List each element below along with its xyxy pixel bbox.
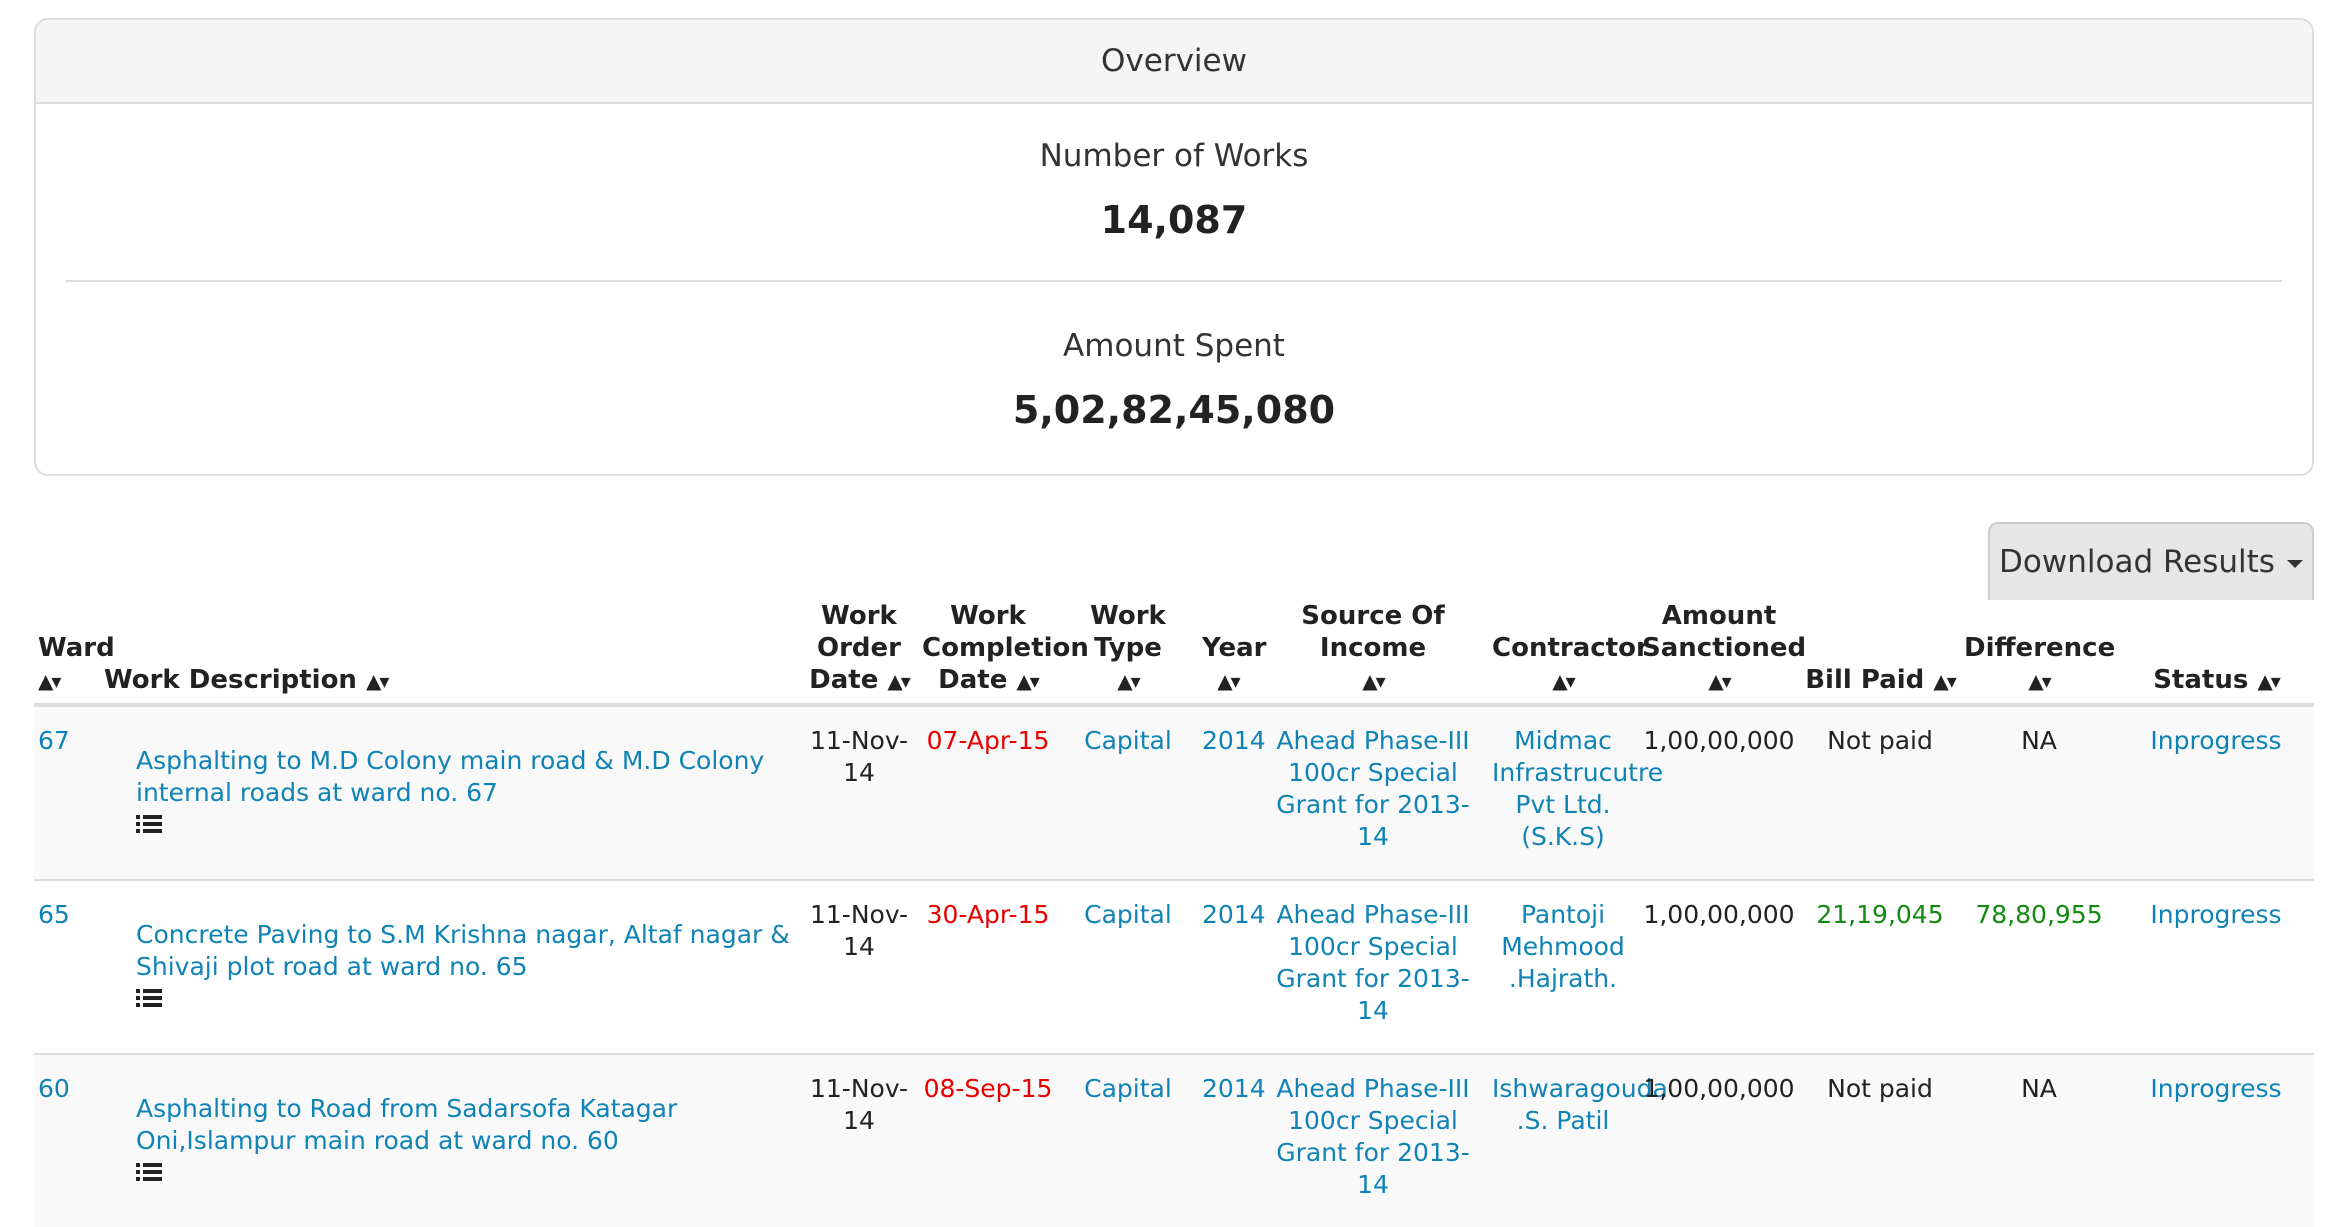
difference: 78,80,955 <box>1960 879 2118 1054</box>
header-ward[interactable]: Ward ▲▾ <box>34 600 115 707</box>
description-cell: Asphalting to Road from Sadarsofa Kataga… <box>100 1053 800 1227</box>
year-link[interactable]: 2014 <box>1198 879 1266 1054</box>
contractor-link[interactable]: Ishwaragouda .S. Patil <box>1488 1053 1668 1227</box>
status-link[interactable]: Inprogress <box>2118 1053 2314 1227</box>
sort-arrows-icon[interactable]: ▲▾ <box>366 669 389 693</box>
header-status[interactable]: Status ▲▾ <box>2118 600 2314 707</box>
status-link[interactable]: Inprogress <box>2118 704 2314 880</box>
sort-arrows-icon[interactable]: ▲▾ <box>1217 669 1240 693</box>
sort-arrows-icon[interactable]: ▲▾ <box>1933 669 1956 693</box>
description-cell: Asphalting to M.D Colony main road & M.D… <box>100 704 800 880</box>
works-stat: Number of Works 14,087 <box>36 138 2312 242</box>
table-row: 60 Asphalting to Road from Sadarsofa Kat… <box>34 1053 2314 1227</box>
sort-arrows-icon[interactable]: ▲▾ <box>1552 669 1575 693</box>
amount-sanctioned: 1,00,00,000 <box>1638 704 1800 880</box>
description-link[interactable]: Concrete Paving to S.M Krishna nagar, Al… <box>104 919 796 983</box>
sort-arrows-icon[interactable]: ▲▾ <box>2028 669 2051 693</box>
overview-heading: Overview <box>36 20 2312 104</box>
ward-link[interactable]: 67 <box>34 704 100 880</box>
order-date: 11-Nov-14 <box>800 704 918 880</box>
status-link[interactable]: Inprogress <box>2118 879 2314 1054</box>
description-cell: Concrete Paving to S.M Krishna nagar, Al… <box>100 879 800 1054</box>
sort-arrows-icon[interactable]: ▲▾ <box>887 669 910 693</box>
table-row: 67 Asphalting to M.D Colony main road & … <box>34 704 2314 880</box>
difference: NA <box>1960 704 2118 880</box>
header-description[interactable]: Work Description ▲▾ <box>100 600 800 707</box>
sort-arrows-icon[interactable]: ▲▾ <box>1708 669 1731 693</box>
works-table: Ward ▲▾ Work Description ▲▾ Work Order Da… <box>34 600 2314 1227</box>
bill-paid: 21,19,045 <box>1800 879 1960 1054</box>
overview-panel: Overview Number of Works 14,087 Amount S… <box>34 18 2314 476</box>
sort-arrows-icon[interactable]: ▲▾ <box>38 669 61 693</box>
description-link[interactable]: Asphalting to Road from Sadarsofa Kataga… <box>104 1093 796 1157</box>
header-amount[interactable]: Amount Sanctioned ▲▾ <box>1638 600 1806 707</box>
download-results-label: Download Results <box>1999 544 2275 580</box>
work-type-link[interactable]: Capital <box>1058 879 1198 1054</box>
year-link[interactable]: 2014 <box>1198 1053 1266 1227</box>
works-label: Number of Works <box>1039 138 1309 174</box>
amount-label: Amount Spent <box>1063 328 1285 364</box>
work-type-link[interactable]: Capital <box>1058 1053 1198 1227</box>
sort-arrows-icon[interactable]: ▲▾ <box>1117 669 1140 693</box>
order-date: 11-Nov-14 <box>800 1053 918 1227</box>
work-type-link[interactable]: Capital <box>1058 704 1198 880</box>
bill-paid: Not paid <box>1800 704 1960 880</box>
header-year[interactable]: Year ▲▾ <box>1198 600 1266 707</box>
source-link[interactable]: Ahead Phase-III 100cr Special Grant for … <box>1258 879 1488 1054</box>
download-results-button[interactable]: Download Results <box>1988 522 2314 600</box>
amount-sanctioned: 1,00,00,000 <box>1638 1053 1800 1227</box>
completion-date: 30-Apr-15 <box>918 879 1058 1054</box>
overview-divider <box>66 280 2282 282</box>
description-link[interactable]: Asphalting to M.D Colony main road & M.D… <box>104 745 796 809</box>
caret-down-icon <box>2286 560 2303 568</box>
contractor-link[interactable]: Pantoji Mehmood .Hajrath. <box>1488 879 1638 1054</box>
source-link[interactable]: Ahead Phase-III 100cr Special Grant for … <box>1258 1053 1488 1227</box>
table-row: 65 Concrete Paving to S.M Krishna nagar,… <box>34 879 2314 1054</box>
list-icon[interactable] <box>136 813 162 835</box>
list-icon[interactable] <box>136 1161 162 1183</box>
order-date: 11-Nov-14 <box>800 879 918 1054</box>
sort-arrows-icon[interactable]: ▲▾ <box>2257 669 2280 693</box>
amount-stat: Amount Spent 5,02,82,45,080 <box>36 328 2312 432</box>
amount-sanctioned: 1,00,00,000 <box>1638 879 1800 1054</box>
works-value: 14,087 <box>1100 198 1248 242</box>
year-link[interactable]: 2014 <box>1198 704 1266 880</box>
table-header-row: Ward ▲▾ Work Description ▲▾ Work Order Da… <box>34 600 2314 707</box>
bill-paid: Not paid <box>1800 1053 1960 1227</box>
completion-date: 07-Apr-15 <box>918 704 1058 880</box>
header-completion-date[interactable]: Work Completion Date ▲▾ <box>918 600 1089 707</box>
header-contractor[interactable]: Contractor ▲▾ <box>1488 600 1649 707</box>
header-bill-paid[interactable]: Bill Paid ▲▾ <box>1800 600 1960 707</box>
ward-link[interactable]: 60 <box>34 1053 100 1227</box>
ward-link[interactable]: 65 <box>34 879 100 1054</box>
header-difference[interactable]: Difference ▲▾ <box>1960 600 2118 707</box>
contractor-link[interactable]: Midmac Infrastrucutre Pvt Ltd. (S.K.S) <box>1488 704 1663 880</box>
list-icon[interactable] <box>136 987 162 1009</box>
amount-value: 5,02,82,45,080 <box>1012 388 1336 432</box>
header-source[interactable]: Source Of Income ▲▾ <box>1258 600 1488 707</box>
sort-arrows-icon[interactable]: ▲▾ <box>1362 669 1385 693</box>
difference: NA <box>1960 1053 2118 1227</box>
sort-arrows-icon[interactable]: ▲▾ <box>1016 669 1039 693</box>
header-order-date[interactable]: Work Order Date ▲▾ <box>800 600 918 707</box>
completion-date: 08-Sep-15 <box>918 1053 1058 1227</box>
source-link[interactable]: Ahead Phase-III 100cr Special Grant for … <box>1258 704 1488 880</box>
